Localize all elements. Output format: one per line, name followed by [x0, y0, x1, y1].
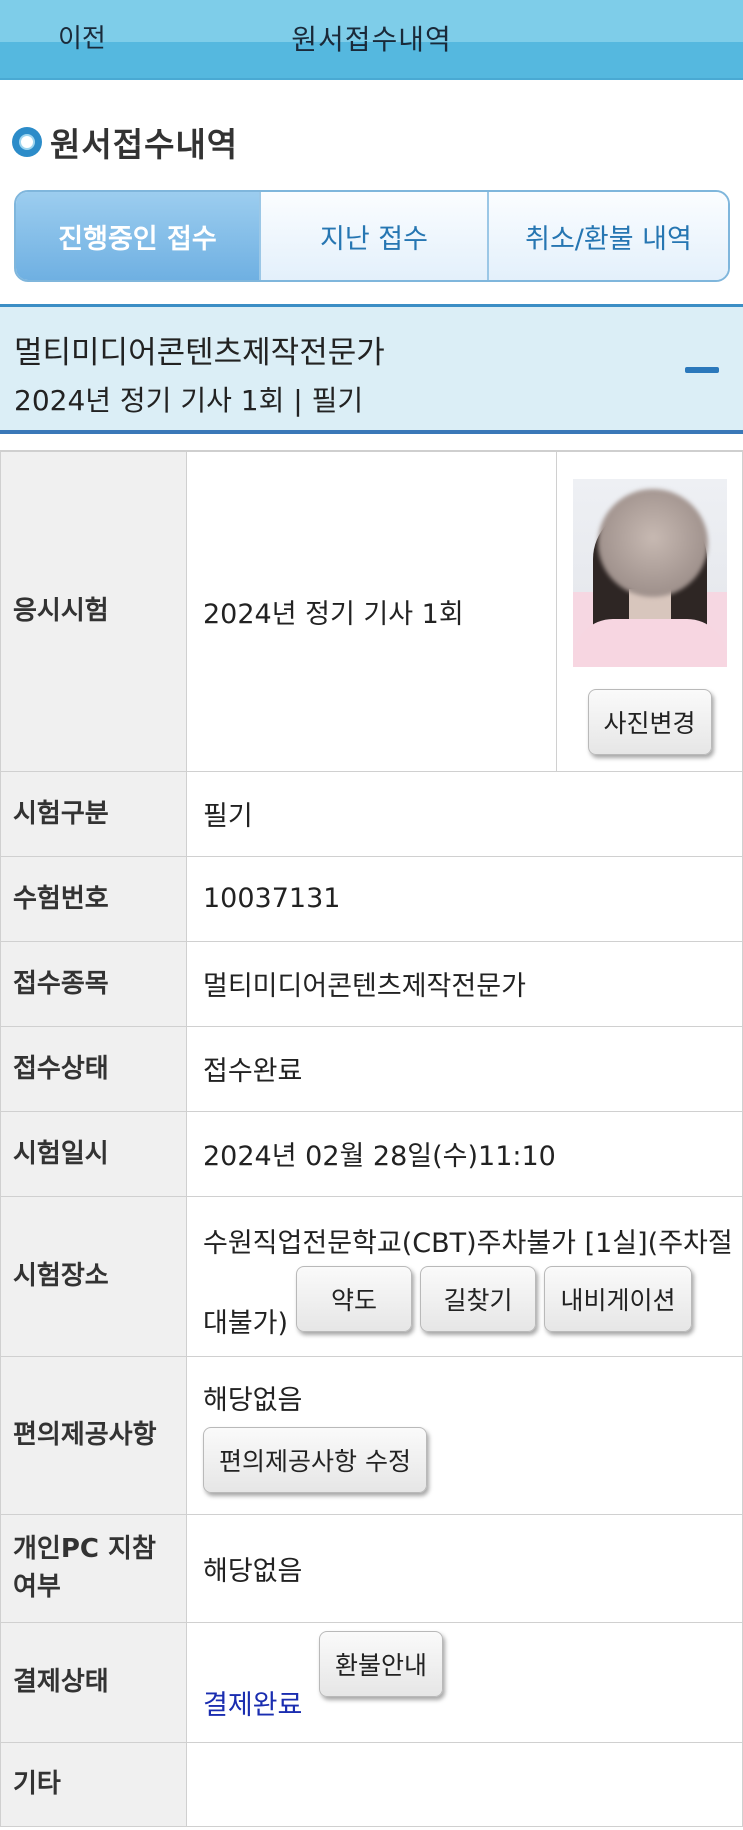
exam-name: 멀티미디어콘텐츠제작전문가 — [14, 335, 385, 371]
table-row: 접수상태 접수완료 — [0, 1025, 743, 1112]
map-button[interactable]: 약도 — [296, 1265, 413, 1332]
tab-past[interactable]: 지난 접수 — [259, 192, 487, 280]
number-label: 수험번호 — [0, 855, 187, 942]
exam-subtitle: 2024년 정기 기사 1회 | 필기 — [14, 384, 364, 417]
edit-convenience-button[interactable]: 편의제공사항 수정 — [203, 1426, 427, 1493]
table-row: 편의제공사항 해당없음 편의제공사항 수정 — [0, 1355, 743, 1515]
table-row: 접수종목 멀티미디어콘텐츠제작전문가 — [0, 940, 743, 1027]
pc-value: 해당없음 — [186, 1513, 743, 1623]
place-line-2: 대불가) — [203, 1308, 289, 1339]
table-row: 응시시험 2024년 정기 기사 1회 사진변경 — [0, 450, 743, 772]
convenience-text: 해당없음 — [203, 1384, 303, 1416]
tab-cancel-refund[interactable]: 취소/환불 내역 — [487, 192, 728, 280]
collapse-icon[interactable] — [685, 367, 719, 373]
place-line-1: 수원직업전문학교(CBT)주차불가 [1실](주차절 — [203, 1227, 733, 1259]
etc-value — [186, 1741, 743, 1827]
navigation-button[interactable]: 내비게이션 — [544, 1265, 693, 1332]
type-label: 시험구분 — [0, 770, 187, 857]
application-details-table: 응시시험 2024년 정기 기사 1회 사진변경 시험구분 필기 수험번호 10… — [0, 450, 743, 1827]
datetime-value: 2024년 02월 28일(수)11:10 — [186, 1110, 743, 1197]
pc-label: 개인PC 지참 여부 — [0, 1513, 187, 1623]
refund-info-button[interactable]: 환불안내 — [318, 1631, 443, 1697]
table-row: 시험일시 2024년 02월 28일(수)11:10 — [0, 1110, 743, 1197]
table-row: 수험번호 10037131 — [0, 855, 743, 942]
item-value: 멀티미디어콘텐츠제작전문가 — [186, 940, 743, 1027]
number-value: 10037131 — [186, 855, 743, 942]
exam-label: 응시시험 — [0, 450, 187, 772]
page-title: 원서접수내역 — [291, 23, 452, 56]
change-photo-button[interactable]: 사진변경 — [587, 689, 712, 756]
datetime-label: 시험일시 — [0, 1110, 187, 1197]
status-value: 접수완료 — [186, 1025, 743, 1112]
table-row: 기타 — [0, 1741, 743, 1827]
tab-bar: 진행중인 접수 지난 접수 취소/환불 내역 — [14, 190, 730, 282]
payment-value: 결제완료 환불안내 — [186, 1621, 743, 1743]
table-row: 결제상태 결제완료 환불안내 — [0, 1621, 743, 1743]
table-row: 시험장소 수원직업전문학교(CBT)주차불가 [1실](주차절 대불가) 약도 … — [0, 1195, 743, 1357]
place-value: 수원직업전문학교(CBT)주차불가 [1실](주차절 대불가) 약도 길찾기 내… — [186, 1195, 743, 1357]
item-label: 접수종목 — [0, 940, 187, 1027]
table-row: 시험구분 필기 — [0, 770, 743, 857]
table-row: 개인PC 지참 여부 해당없음 — [0, 1513, 743, 1623]
payment-status: 결제완료 — [203, 1690, 303, 1721]
exam-header[interactable]: 멀티미디어콘텐츠제작전문가 2024년 정기 기사 1회 | 필기 — [0, 304, 743, 434]
etc-label: 기타 — [0, 1741, 187, 1827]
top-bar: 이전 원서접수내역 — [0, 0, 743, 80]
type-value: 필기 — [186, 770, 743, 857]
photo-cell: 사진변경 — [556, 450, 743, 772]
tab-in-progress[interactable]: 진행중인 접수 — [16, 192, 259, 280]
directions-button[interactable]: 길찾기 — [420, 1265, 537, 1332]
payment-label: 결제상태 — [0, 1621, 187, 1743]
bullet-circle-icon — [12, 127, 42, 157]
status-label: 접수상태 — [0, 1025, 187, 1112]
applicant-photo — [572, 479, 727, 668]
section-heading: 원서접수내역 — [12, 118, 238, 166]
place-label: 시험장소 — [0, 1195, 187, 1357]
section-title: 원서접수내역 — [50, 125, 239, 164]
convenience-value: 해당없음 편의제공사항 수정 — [186, 1355, 743, 1515]
convenience-label: 편의제공사항 — [0, 1355, 187, 1515]
exam-value: 2024년 정기 기사 1회 — [186, 450, 557, 772]
